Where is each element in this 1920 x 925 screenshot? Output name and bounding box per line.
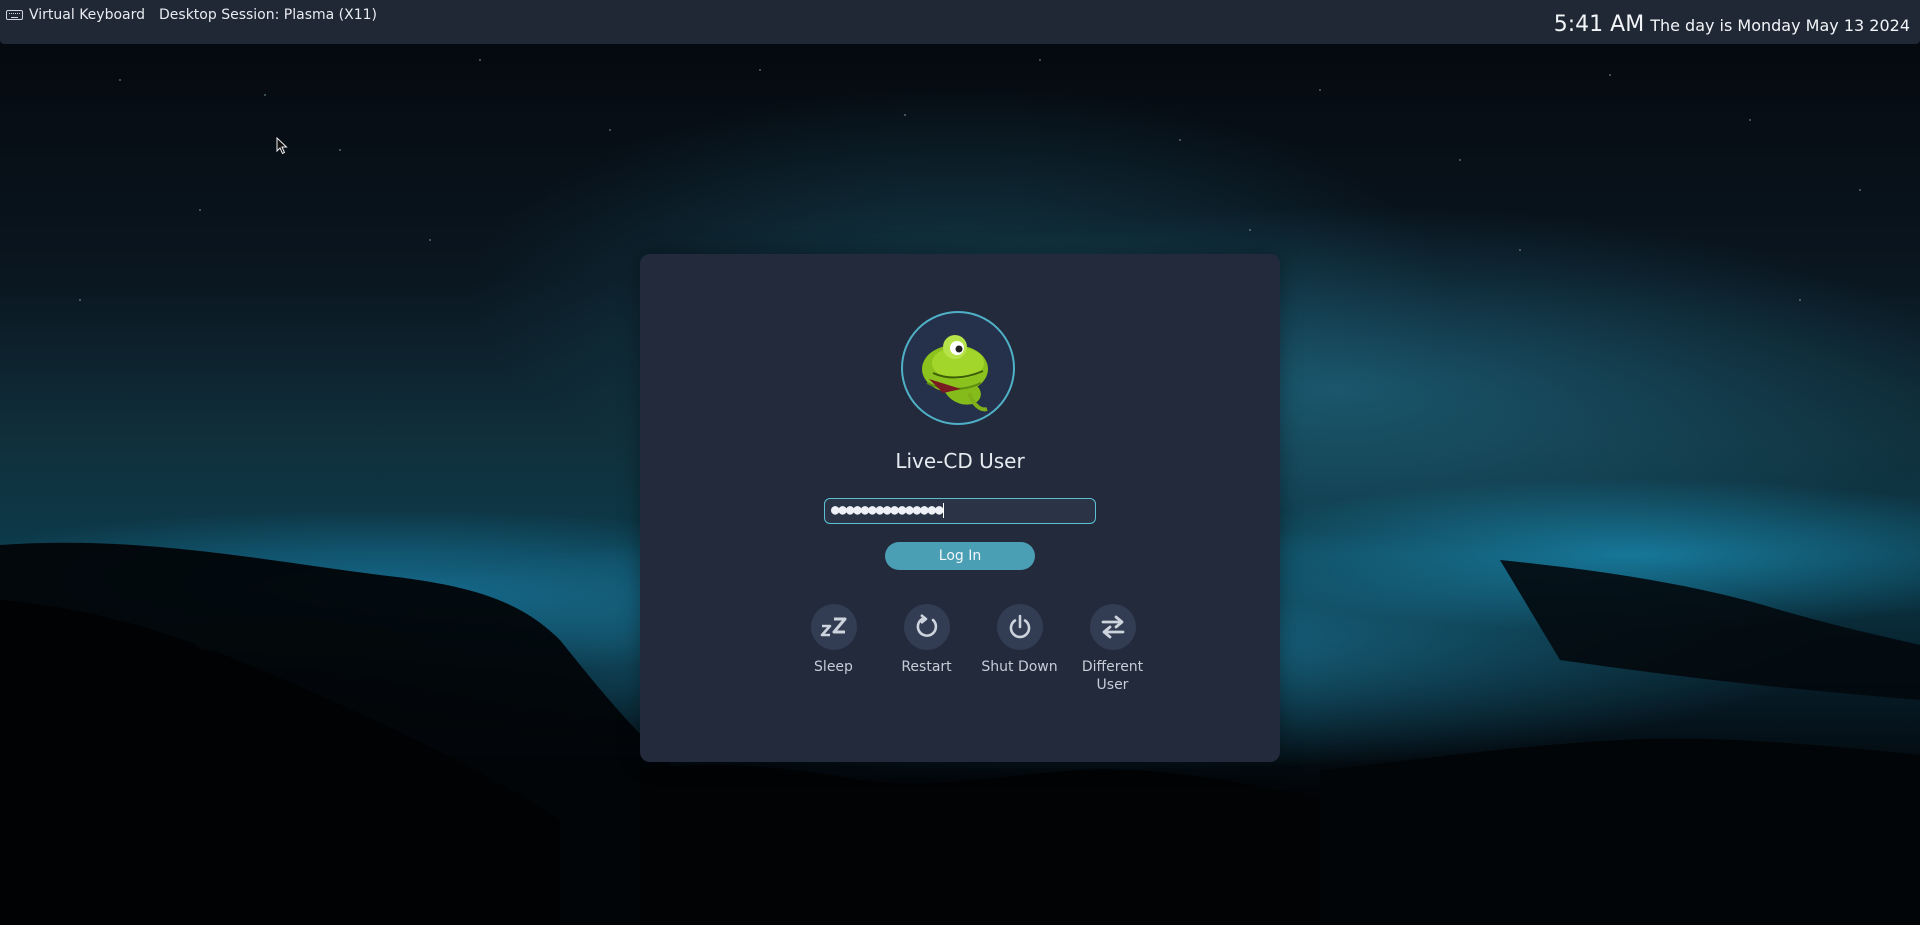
different-user-button[interactable]: Different User	[1066, 604, 1159, 694]
sleep-circle	[810, 604, 857, 650]
session-selector[interactable]: Desktop Session: Plasma (X11)	[159, 7, 377, 23]
restart-icon	[916, 613, 937, 637]
shutdown-circle	[996, 604, 1043, 650]
sleep-icon	[820, 617, 846, 637]
password-masked-text: ●●●●●●●●●●●●●●●	[831, 502, 943, 518]
sleep-label: Sleep	[814, 659, 853, 675]
restart-circle	[903, 604, 950, 650]
virtual-keyboard-label: Virtual Keyboard	[29, 7, 146, 23]
clock: 5:41 AM The day is Monday May 13 2024	[1554, 0, 1920, 37]
sleep-button[interactable]: Sleep	[787, 604, 880, 694]
chameleon-avatar-icon	[922, 335, 988, 412]
session-label: Desktop Session: Plasma (X11)	[159, 7, 377, 23]
user-avatar	[901, 311, 1015, 425]
login-screen: Virtual Keyboard Desktop Session: Plasma…	[0, 0, 1920, 925]
different-user-circle	[1089, 604, 1136, 650]
power-icon	[1009, 614, 1030, 639]
top-panel: Virtual Keyboard Desktop Session: Plasma…	[0, 0, 1920, 44]
power-actions: Sleep Restart Shut Down Different User	[787, 604, 1159, 694]
username-label: Live-CD User	[895, 449, 1025, 473]
keyboard-icon	[6, 10, 23, 20]
switch-user-icon	[1101, 615, 1124, 639]
login-button[interactable]: Log In	[885, 542, 1035, 570]
shutdown-button[interactable]: Shut Down	[973, 604, 1066, 694]
text-caret	[943, 502, 945, 518]
different-user-label: Different User	[1081, 659, 1144, 693]
top-panel-left: Virtual Keyboard Desktop Session: Plasma…	[0, 0, 391, 30]
restart-button[interactable]: Restart	[880, 604, 973, 694]
virtual-keyboard-button[interactable]: Virtual Keyboard	[6, 7, 145, 23]
clock-date: The day is Monday May 13 2024	[1650, 16, 1910, 35]
password-field[interactable]: ●●●●●●●●●●●●●●●	[824, 498, 1096, 524]
restart-label: Restart	[901, 659, 952, 675]
clock-time: 5:41 AM	[1553, 12, 1645, 37]
login-card: Live-CD User ●●●●●●●●●●●●●●● Log In Slee…	[640, 254, 1280, 762]
shutdown-label: Shut Down	[981, 659, 1058, 675]
mouse-pointer-icon	[276, 137, 288, 155]
